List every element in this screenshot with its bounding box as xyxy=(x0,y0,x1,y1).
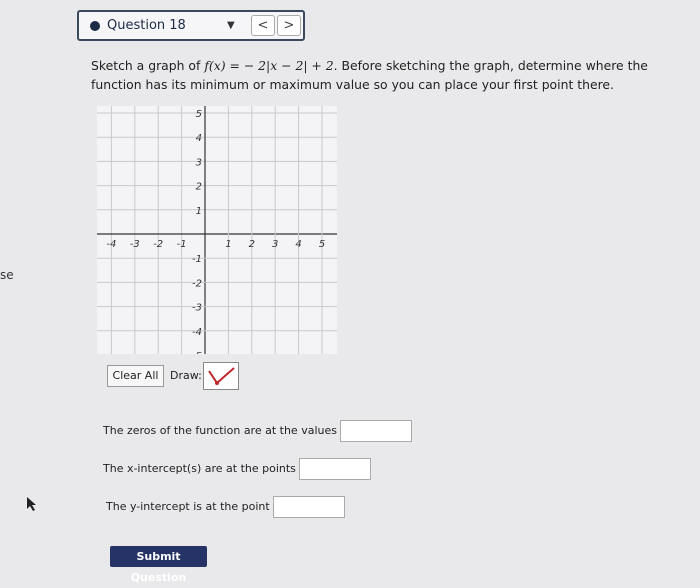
zeros-label: The zeros of the function are at the val… xyxy=(103,424,337,437)
y-tick-label: 4 xyxy=(196,133,202,144)
x-tick-label: -1 xyxy=(177,239,187,250)
chevron-down-icon[interactable]: ▼ xyxy=(227,20,235,31)
absolute-value-graph-icon xyxy=(208,367,235,385)
y-tick-label: -5 xyxy=(192,351,202,354)
graph-canvas[interactable]: -5-4-3-2-11234554321-1-2-3-4-5 xyxy=(97,106,337,354)
question-label: Question 18 xyxy=(107,18,186,33)
y-tick-label: -2 xyxy=(192,278,202,289)
y-tick-label: -3 xyxy=(192,303,202,314)
x-tick-label: -2 xyxy=(153,239,163,250)
function-expression: f(x) = − 2|x − 2| + 2 xyxy=(204,58,334,73)
coordinate-grid[interactable]: -5-4-3-2-11234554321-1-2-3-4-5 xyxy=(97,106,337,354)
submit-question-button[interactable]: Submit Question xyxy=(110,546,207,584)
zeros-question: The zeros of the function are at the val… xyxy=(103,420,412,442)
y-intercept-input[interactable] xyxy=(272,496,345,518)
x-intercepts-question: The x-intercept(s) are at the points xyxy=(103,458,371,480)
y-intercept-question: The y-intercept is at the point xyxy=(106,496,345,518)
x-tick-label: 3 xyxy=(272,239,278,250)
x-intercepts-label: The x-intercept(s) are at the points xyxy=(103,462,296,475)
y-tick-label: -1 xyxy=(192,254,202,265)
x-tick-label: 4 xyxy=(295,239,301,250)
question-status-dot-icon xyxy=(90,21,100,31)
x-tick-label: -4 xyxy=(106,239,116,250)
zeros-input[interactable] xyxy=(339,420,412,442)
mouse-cursor-icon xyxy=(27,497,36,511)
sidebar-edge-text: se xyxy=(0,268,14,282)
y-tick-label: 5 xyxy=(196,109,202,120)
prev-question-button[interactable]: < xyxy=(251,15,275,36)
y-tick-label: -4 xyxy=(192,327,202,338)
question-navigator[interactable]: Question 18 ▼ < > xyxy=(77,10,305,41)
x-tick-label: 5 xyxy=(319,239,325,250)
y-tick-label: 1 xyxy=(196,206,202,217)
y-tick-label: 3 xyxy=(196,157,202,168)
x-tick-label: -3 xyxy=(130,239,140,250)
next-question-button[interactable]: > xyxy=(277,15,301,36)
draw-label: Draw: xyxy=(170,369,202,382)
x-tick-label: 2 xyxy=(249,239,255,250)
prompt-text-start: Sketch a graph of xyxy=(91,58,205,73)
draw-tool-absolute-value-button[interactable] xyxy=(203,362,239,390)
y-tick-label: 2 xyxy=(196,182,202,193)
x-intercepts-input[interactable] xyxy=(298,458,371,480)
question-prompt: Sketch a graph of f(x) = − 2|x − 2| + 2.… xyxy=(91,56,686,94)
clear-all-button[interactable]: Clear All xyxy=(107,365,164,387)
x-tick-label: 1 xyxy=(225,239,231,250)
y-intercept-label: The y-intercept is at the point xyxy=(106,500,270,513)
